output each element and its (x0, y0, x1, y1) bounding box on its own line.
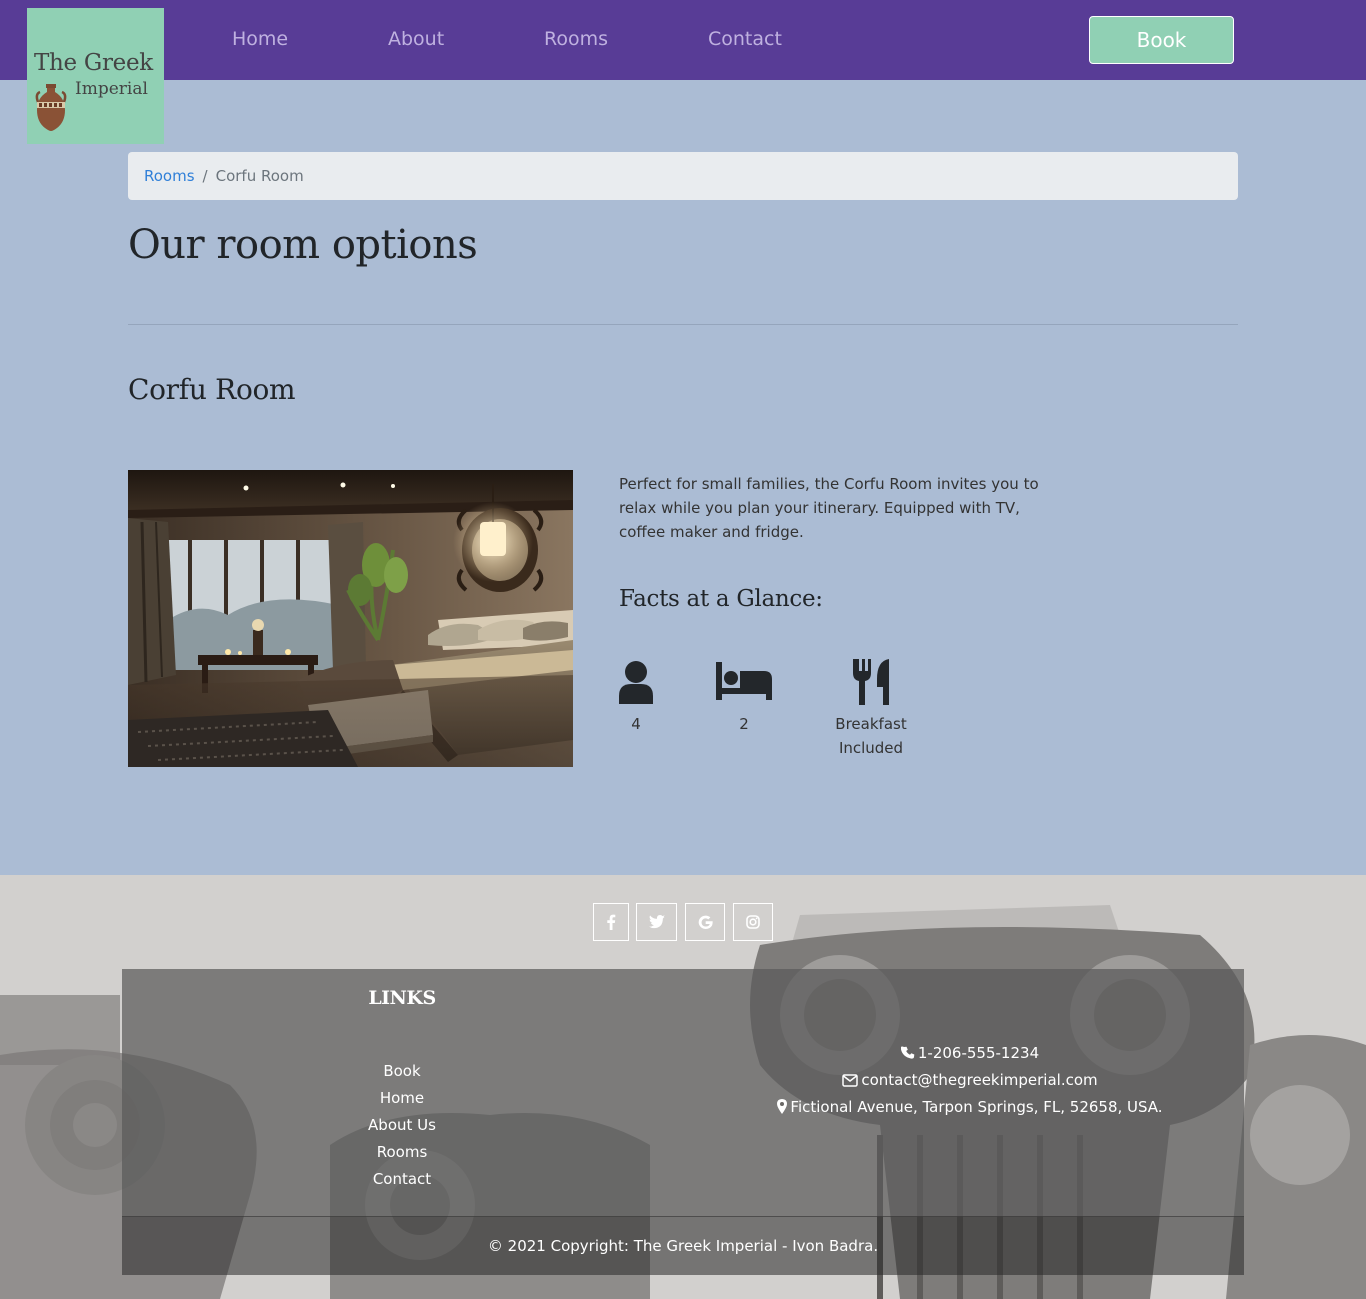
contact-phone[interactable]: 1-206-555-1234 (918, 1044, 1039, 1062)
contact-address-row: Fictional Avenue, Tarpon Springs, FL, 52… (722, 1095, 1218, 1122)
breadcrumb-link-rooms[interactable]: Rooms (144, 167, 195, 185)
nav-link-rooms[interactable]: Rooms (544, 28, 608, 50)
facebook-button[interactable] (593, 903, 629, 941)
envelope-icon (842, 1074, 859, 1087)
logo[interactable]: The Greek Imperial (27, 8, 164, 144)
contact-phone-row: 1-206-555-1234 (722, 1041, 1218, 1068)
room-description: Perfect for small families, the Corfu Ro… (619, 475, 1039, 541)
copyright: © 2021 Copyright: The Greek Imperial - I… (122, 1216, 1244, 1275)
nav-link-home[interactable]: Home (232, 28, 288, 50)
contact-email-row: contact@thegreekimperial.com (722, 1068, 1218, 1095)
fact-breakfast: Breakfast Included (831, 659, 911, 760)
facebook-icon (607, 914, 616, 930)
navbar: Home About Rooms Contact Book (0, 0, 1366, 80)
twitter-button[interactable] (636, 903, 677, 941)
footer-link-contact[interactable]: Contact (373, 1170, 431, 1188)
footer-link-rooms[interactable]: Rooms (377, 1143, 428, 1161)
instagram-button[interactable] (733, 903, 773, 941)
footer: LINKS Book Home About Us Rooms Contact 1… (0, 875, 1366, 1299)
footer-links-panel: LINKS Book Home About Us Rooms Contact 1… (122, 969, 1244, 1217)
contact-email[interactable]: contact@thegreekimperial.com (861, 1071, 1097, 1089)
breadcrumb-separator: / (202, 167, 208, 185)
nav-link-contact[interactable]: Contact (708, 28, 782, 50)
book-button[interactable]: Book (1089, 16, 1234, 64)
room-photo (128, 470, 573, 767)
room-title: Corfu Room (128, 373, 296, 406)
breadcrumb: Rooms / Corfu Room (128, 152, 1238, 200)
fact-breakfast-value-line1: Breakfast (835, 715, 907, 733)
map-marker-icon (777, 1099, 788, 1114)
footer-link-home[interactable]: Home (380, 1089, 424, 1107)
page-title: Our room options (128, 222, 478, 268)
fact-beds-value: 2 (739, 715, 749, 733)
google-icon (698, 915, 713, 929)
bed-icon (716, 662, 772, 700)
amphora-icon (35, 84, 67, 131)
footer-link-book[interactable]: Book (383, 1062, 420, 1080)
footer-contact: 1-206-555-1234 contact@thegreekimperial.… (722, 1041, 1218, 1122)
phone-icon (900, 1046, 915, 1059)
fact-breakfast-value-line2: Included (838, 739, 904, 757)
logo-text-line1: The Greek (34, 50, 153, 76)
google-button[interactable] (685, 903, 725, 941)
footer-links-list: Book Home About Us Rooms Contact (122, 1058, 682, 1193)
footer-links-title: LINKS (368, 987, 436, 1009)
logo-text-line2: Imperial (75, 79, 148, 99)
user-icon (619, 661, 653, 704)
twitter-icon (648, 915, 665, 929)
utensils-icon (853, 659, 889, 705)
footer-link-about-us[interactable]: About Us (368, 1116, 436, 1134)
fact-guests: 4 (619, 660, 653, 736)
contact-address: Fictional Avenue, Tarpon Springs, FL, 52… (790, 1098, 1163, 1116)
instagram-icon (746, 915, 760, 929)
breadcrumb-current: Corfu Room (215, 167, 304, 185)
fact-beds: 2 (716, 660, 772, 736)
facts-title: Facts at a Glance: (619, 586, 823, 612)
nav-link-about[interactable]: About (388, 28, 444, 50)
fact-guests-value: 4 (631, 715, 641, 733)
divider (128, 324, 1238, 325)
